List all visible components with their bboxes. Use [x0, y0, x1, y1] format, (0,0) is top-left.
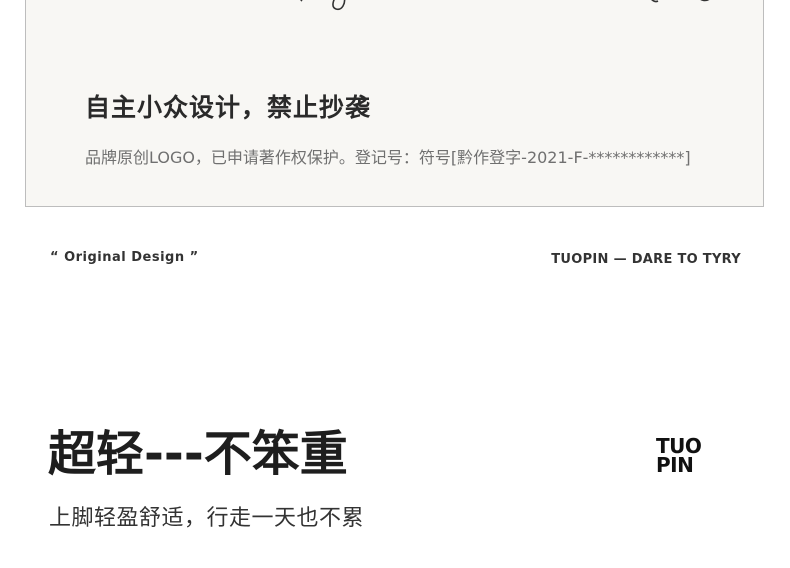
card-copyright-notice: 品牌原创LOGO，已申请著作权保护。登记号：符号[黔作登字-2021-F-***…: [85, 148, 691, 167]
original-design-tag: “ Original Design ”: [50, 250, 199, 265]
top-info-card: 自主小众设计，禁止抄袭 品牌原创LOGO，已申请著作权保护。登记号：符号[黔作登…: [25, 0, 764, 207]
signature-script-decoration: [300, 0, 710, 11]
brand-logo: TUO PIN: [656, 436, 732, 477]
brand-slogan: TUOPIN — DARE TO TYRY: [551, 252, 741, 267]
brand-logo-line-2: PIN: [656, 453, 694, 477]
card-title: 自主小众设计，禁止抄袭: [85, 93, 372, 122]
feature-description: 上脚轻盈舒适，行走一天也不累: [49, 506, 365, 531]
feature-headline: 超轻---不笨重: [48, 426, 348, 482]
